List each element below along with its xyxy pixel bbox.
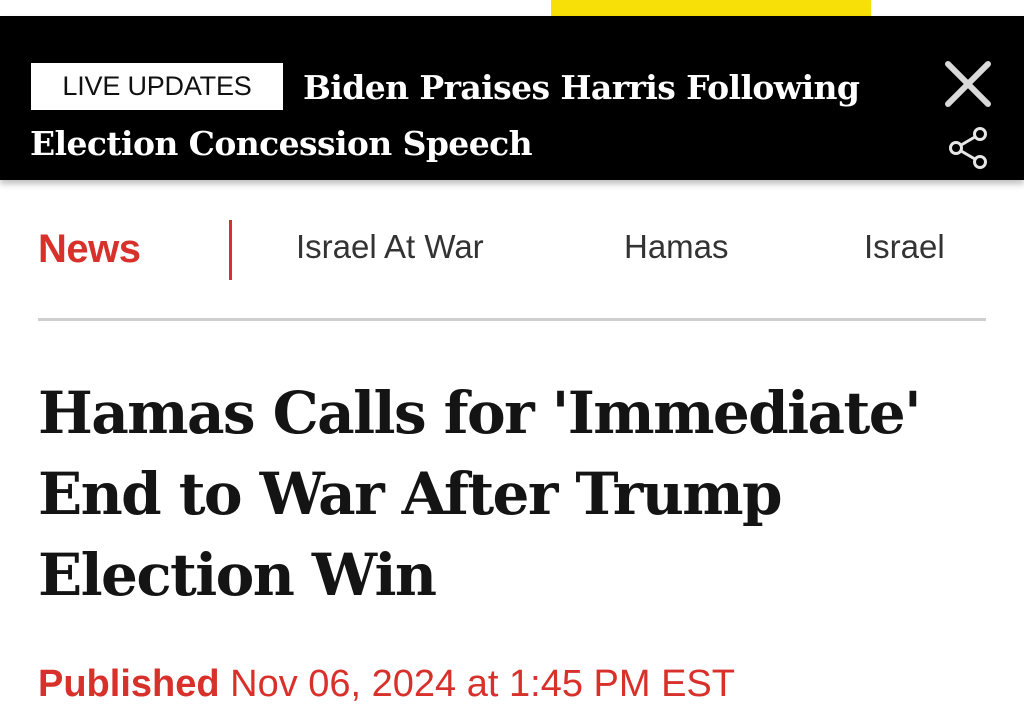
section-nav: News Israel At War Hamas Israel	[0, 180, 1024, 321]
nav-item-hamas[interactable]: Hamas	[624, 228, 729, 266]
share-button[interactable]	[944, 124, 992, 172]
article-title: Hamas Calls for 'Immediate' End to War A…	[38, 379, 922, 609]
published-line: Published Nov 06, 2024 at 1:45 PM EST	[38, 663, 735, 706]
published-date: Nov 06, 2024 at 1:45 PM EST	[230, 663, 735, 705]
nav-item-news[interactable]: News	[38, 227, 141, 272]
close-icon	[945, 61, 991, 107]
live-updates-banner[interactable]: LIVE UPDATES Biden Praises Harris Follow…	[0, 16, 1024, 180]
live-updates-headline[interactable]: Biden Praises Harris Following Election …	[30, 60, 910, 172]
article-page: LIVE UPDATES Biden Praises Harris Follow…	[0, 0, 1024, 728]
published-label: Published	[38, 663, 220, 705]
share-icon	[949, 127, 987, 169]
nav-item-israel[interactable]: Israel	[864, 228, 945, 266]
yellow-header-tab	[551, 0, 871, 16]
nav-separator	[38, 318, 986, 321]
nav-divider	[229, 220, 232, 280]
nav-item-israel-at-war[interactable]: Israel At War	[296, 228, 484, 266]
close-banner-button[interactable]	[940, 56, 996, 112]
